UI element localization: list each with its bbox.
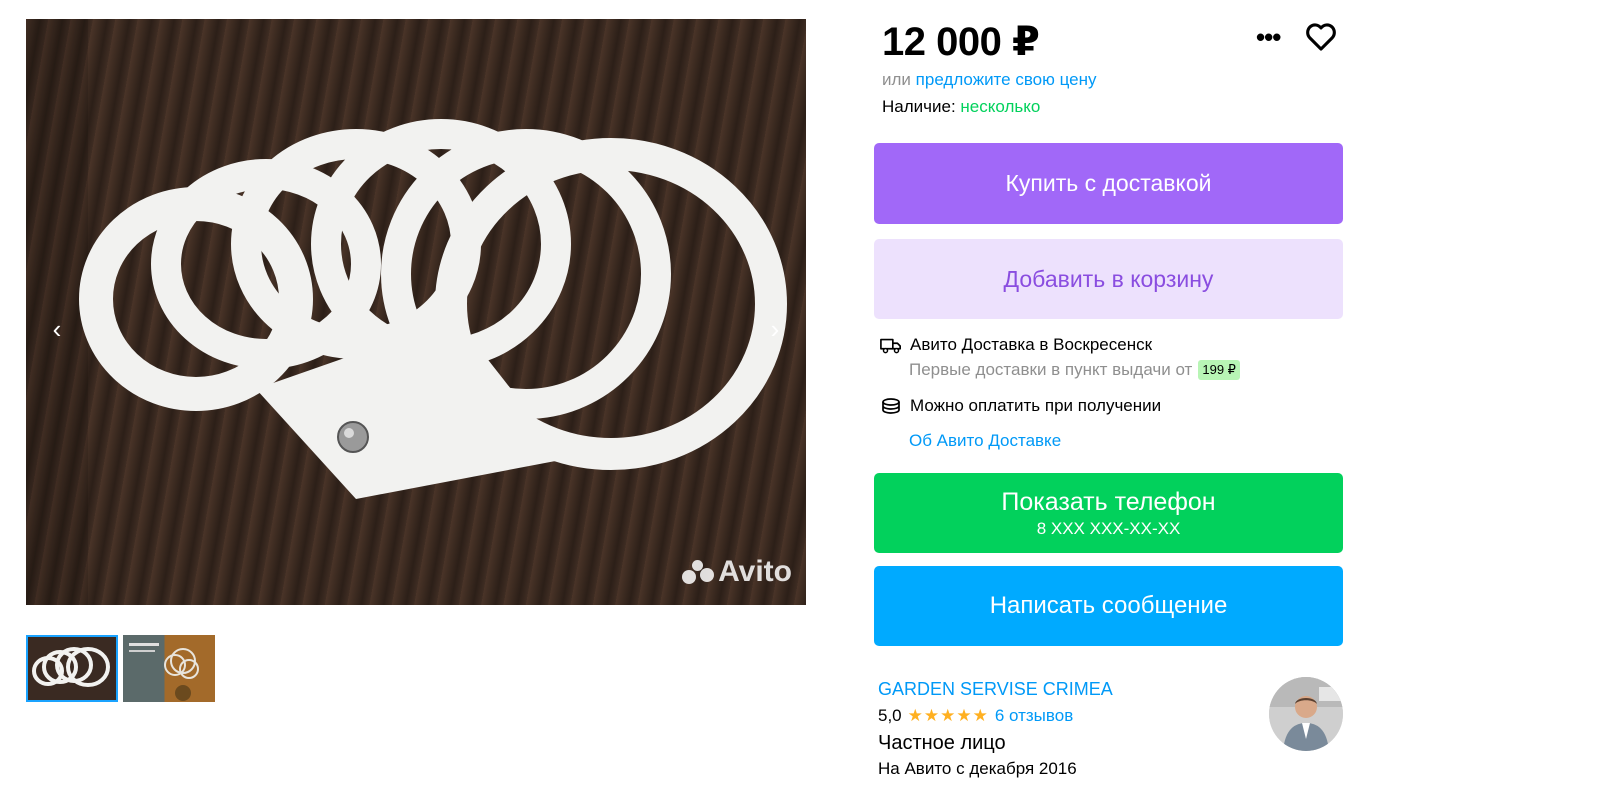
phone-number-masked: 8 XXX XXX-XX-XX <box>1036 518 1181 538</box>
add-to-cart-button[interactable]: Добавить в корзину <box>874 239 1343 319</box>
rating-stars-icon: ★★★★★ <box>907 706 989 725</box>
delivery-price-badge: 199 ₽ <box>1198 360 1240 380</box>
availability-value: несколько <box>960 97 1041 116</box>
seller-avatar[interactable] <box>1269 677 1343 751</box>
reviews-link[interactable]: 6 отзывов <box>995 706 1073 726</box>
show-phone-button[interactable]: Показать телефон 8 XXX XXX-XX-XX <box>874 473 1343 553</box>
payment-text: Можно оплатить при получении <box>910 396 1162 415</box>
about-delivery-link[interactable]: Об Авито Доставке <box>909 431 1061 451</box>
gallery-prev-arrow[interactable]: ‹ <box>42 309 72 349</box>
offer-prefix: или <box>882 70 911 89</box>
truck-icon <box>880 338 901 354</box>
write-message-button[interactable]: Написать сообщение <box>874 566 1343 646</box>
payment-info: Можно оплатить при получении <box>880 396 1161 416</box>
avito-logo-icon <box>682 558 715 586</box>
offer-price-link[interactable]: предложите свою цену <box>916 70 1097 89</box>
seller-type: Частное лицо <box>878 732 1006 754</box>
coins-icon <box>882 398 900 414</box>
availability-line: Наличие: несколько <box>882 97 1040 117</box>
avito-watermark: Avito <box>682 555 792 589</box>
main-photo[interactable]: ‹ › Avito <box>26 19 806 605</box>
more-dots-icon[interactable]: ••• <box>1256 20 1281 54</box>
seller-since: На Авито с декабря 2016 <box>878 759 1077 778</box>
availability-label: Наличие: <box>882 97 956 116</box>
price-offer-line: или предложите свою цену <box>882 70 1097 90</box>
thumbnail-1[interactable] <box>26 635 118 702</box>
gallery-next-arrow[interactable]: › <box>760 309 790 349</box>
delivery-info: Авито Доставка в Воскресенск <box>880 335 1152 355</box>
seller-rating: 5,0 ★★★★★ 6 отзывов <box>878 706 1073 726</box>
show-phone-label: Показать телефон <box>1001 487 1216 516</box>
price: 12 000 ₽ <box>882 20 1040 64</box>
white-rings-image <box>79 119 787 499</box>
buy-with-delivery-button[interactable]: Купить с доставкой <box>874 143 1343 224</box>
top-actions: ••• <box>1256 20 1338 54</box>
delivery-subtitle-line: Первые доставки в пункт выдачи от 199 ₽ <box>909 360 1240 380</box>
thumbnail-strip <box>26 635 215 702</box>
thumbnail-2[interactable] <box>123 635 215 702</box>
seller-name-link[interactable]: GARDEN SERVISE CRIMEA <box>878 679 1113 700</box>
delivery-title: Авито Доставка в Воскресенск <box>910 335 1153 354</box>
rating-value: 5,0 <box>878 706 902 725</box>
watermark-text: Avito <box>718 555 792 588</box>
delivery-subtitle: Первые доставки в пункт выдачи от <box>909 360 1193 379</box>
heart-icon[interactable] <box>1304 20 1338 54</box>
